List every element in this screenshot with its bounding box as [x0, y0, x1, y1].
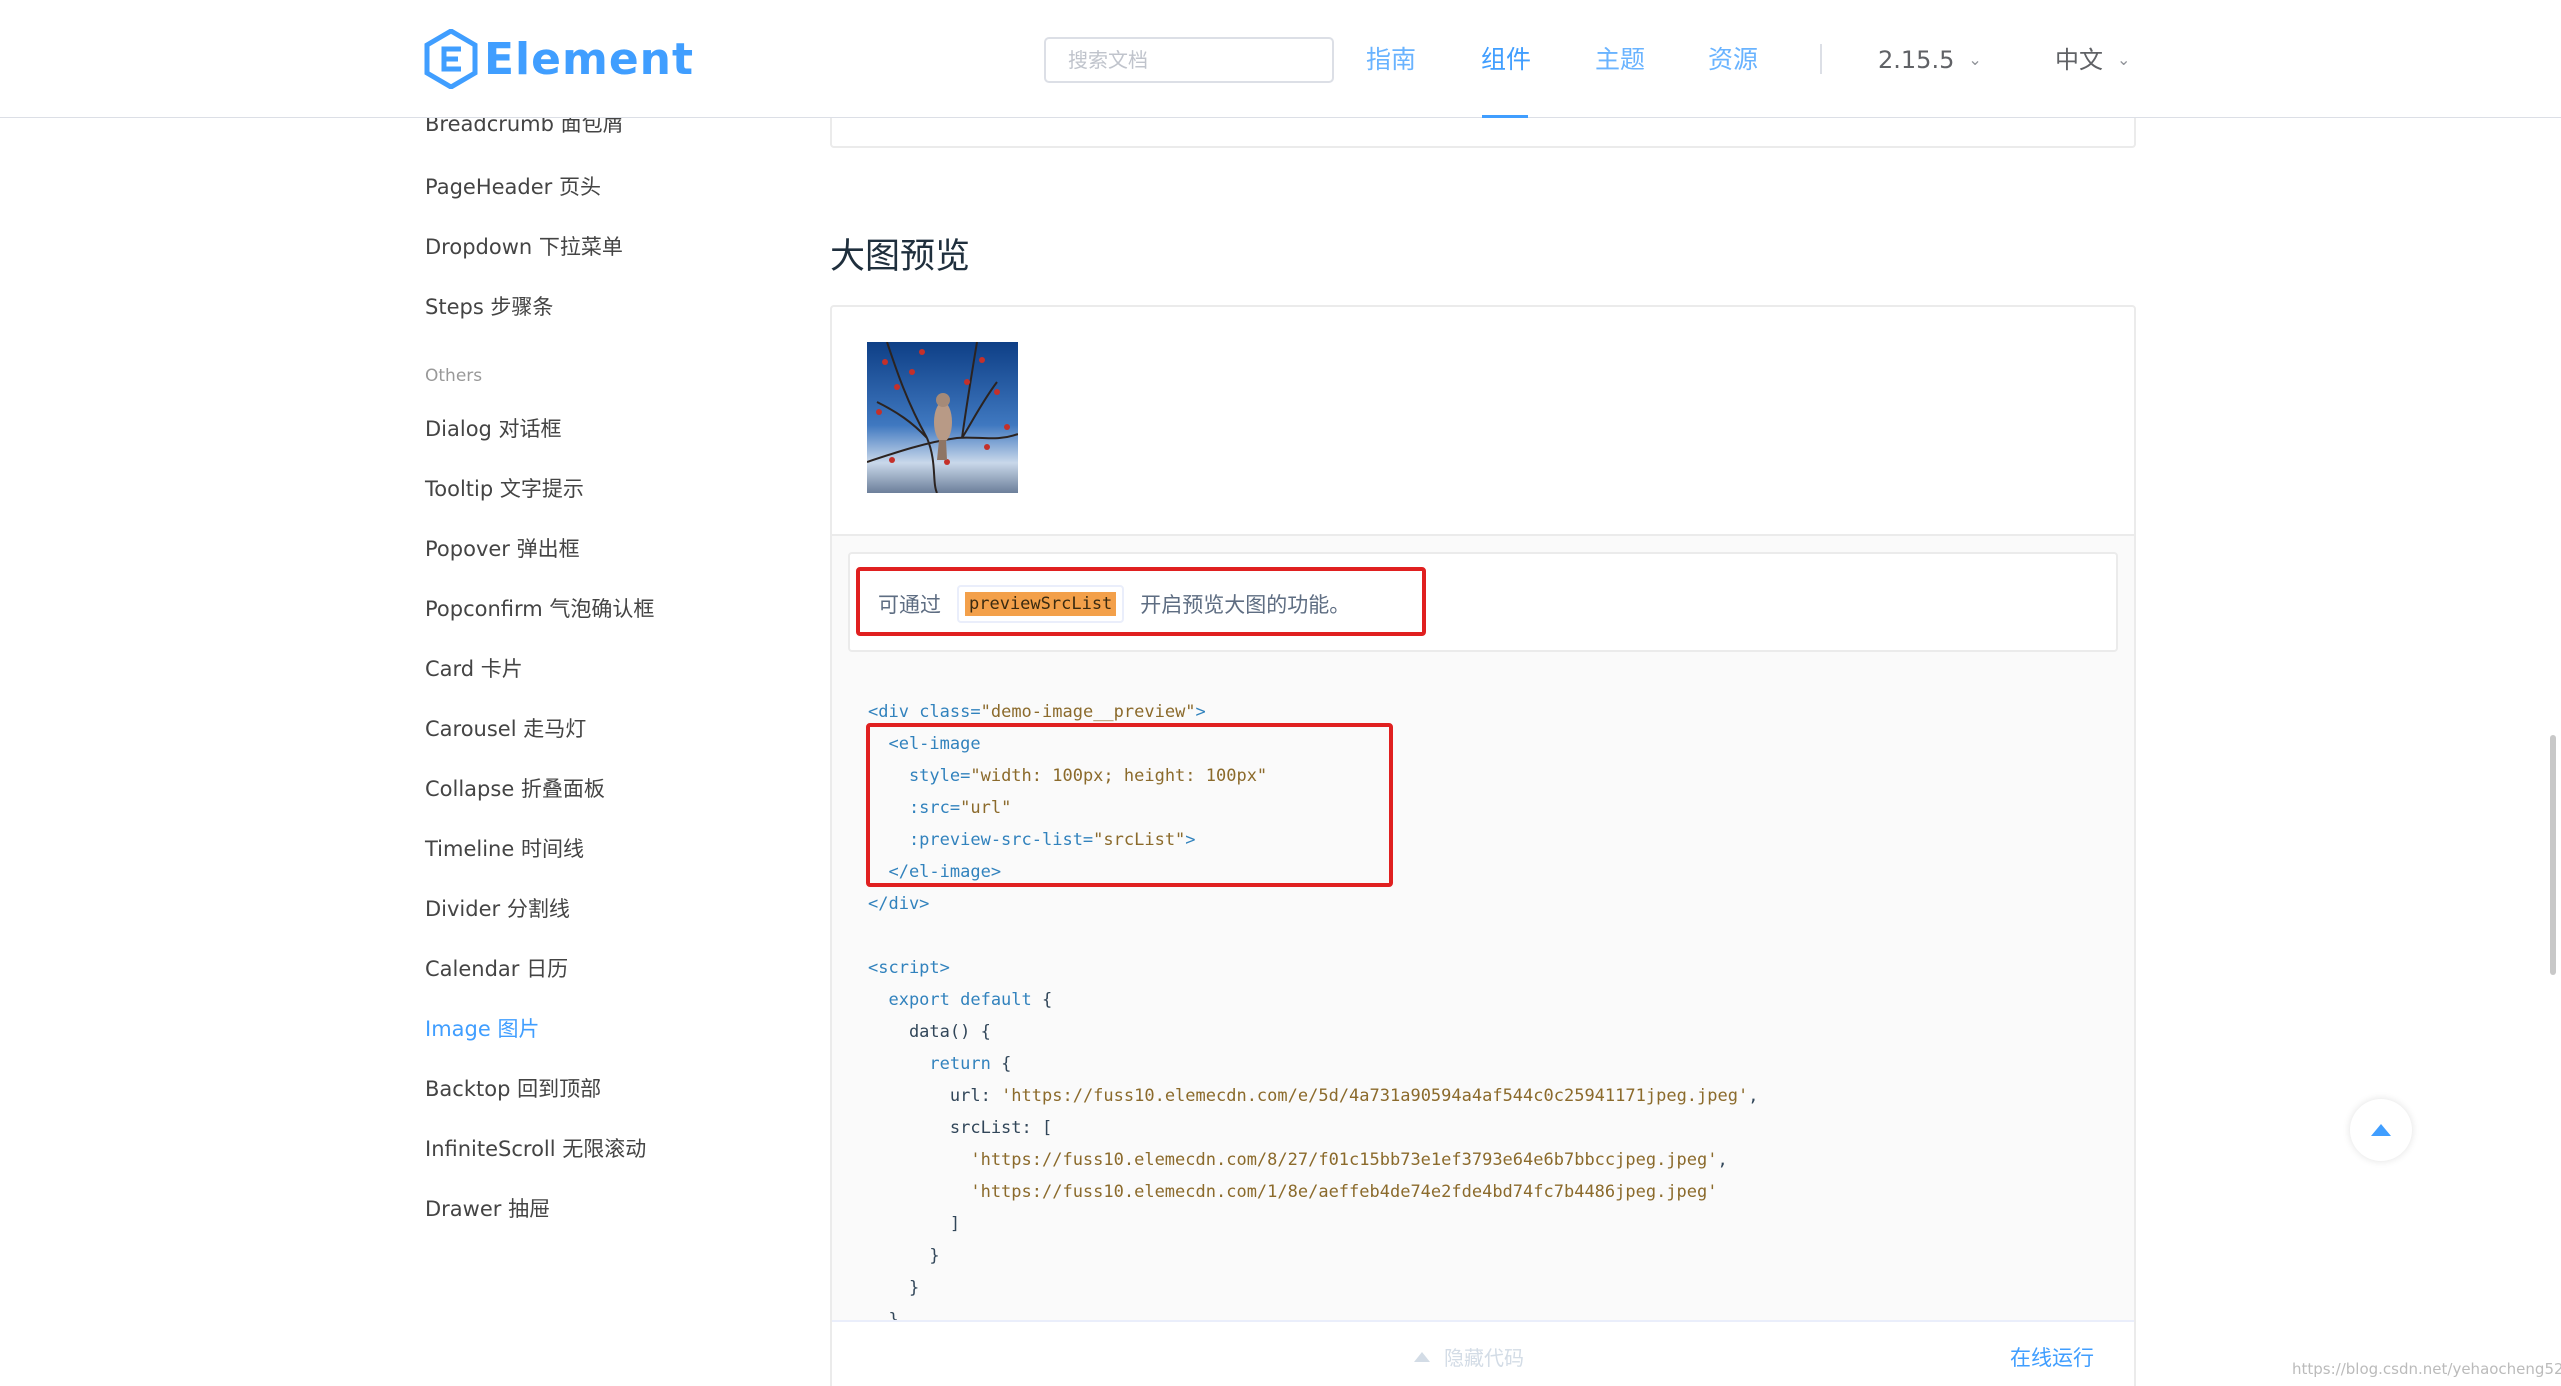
sidebar-group-others: Others	[425, 366, 483, 386]
nav-theme[interactable]: 主题	[1595, 38, 1645, 82]
sidebar-item-pageheader[interactable]: PageHeader 页头	[425, 171, 601, 201]
sidebar-item-popover[interactable]: Popover 弹出框	[425, 533, 580, 563]
section-title: 大图预览	[830, 237, 971, 277]
sidebar-item-divider[interactable]: Divider 分割线	[425, 893, 570, 923]
code-line-18: }	[868, 1246, 940, 1266]
nav-active-indicator	[1482, 115, 1528, 118]
sidebar-item-backtop[interactable]: Backtop 回到顶部	[425, 1073, 601, 1103]
chevron-down-icon: ⌄	[1968, 50, 1982, 69]
element-logo[interactable]: Element	[424, 28, 694, 90]
page-scrollbar[interactable]	[2550, 735, 2556, 975]
language-dropdown[interactable]: 中文 ⌄	[2055, 38, 2130, 82]
sidebar-item-dropdown[interactable]: Dropdown 下拉菜单	[425, 231, 623, 261]
code-line-20: }	[868, 1310, 899, 1320]
code-line-1: <div class="demo-image__preview">	[868, 702, 1206, 722]
sidebar-item-calendar[interactable]: Calendar 日历	[425, 953, 568, 983]
search-input[interactable]: 搜索文档	[1044, 37, 1334, 83]
code-line-12: return {	[868, 1054, 1012, 1074]
previous-demo-block	[830, 118, 2136, 148]
hide-code-button[interactable]: 隐藏代码	[1414, 1342, 1524, 1371]
version-dropdown[interactable]: 2.15.5 ⌄	[1878, 38, 1982, 82]
sidebar-item-dialog[interactable]: Dialog 对话框	[425, 413, 562, 443]
highlight-box-description	[856, 567, 1426, 636]
nav-component[interactable]: 组件	[1481, 38, 1531, 82]
code-line-9: <script>	[868, 958, 950, 978]
caret-up-icon	[1414, 1351, 1430, 1362]
code-line-14: srcList: [	[868, 1118, 1053, 1138]
backtop-button[interactable]	[2350, 1099, 2412, 1161]
code-line-11: data() {	[868, 1022, 991, 1042]
preview-image[interactable]	[867, 342, 1018, 493]
highlight-box-code	[866, 723, 1393, 887]
online-run-button[interactable]: 在线运行	[2010, 1342, 2094, 1372]
sidebar-item-infinitescroll[interactable]: InfiniteScroll 无限滚动	[425, 1133, 646, 1163]
bird-image	[867, 342, 1018, 493]
nav-resource[interactable]: 资源	[1708, 38, 1758, 82]
sidebar-item-steps[interactable]: Steps 步骤条	[425, 291, 553, 321]
sidebar-item-collapse[interactable]: Collapse 折叠面板	[425, 773, 605, 803]
demo-source-area	[832, 536, 2134, 1326]
nav-guide[interactable]: 指南	[1366, 38, 1416, 82]
sidebar-item-tooltip[interactable]: Tooltip 文字提示	[425, 473, 584, 503]
code-line-13: url: 'https://fuss10.elemecdn.com/e/5d/4…	[868, 1086, 1759, 1106]
sidebar-item-popconfirm[interactable]: Popconfirm 气泡确认框	[425, 593, 654, 623]
watermark: https://blog.csdn.net/yehaocheng520	[2292, 1360, 2561, 1378]
sidebar-item-card[interactable]: Card 卡片	[425, 653, 523, 683]
code-line-15: 'https://fuss10.elemecdn.com/8/27/f01c15…	[868, 1150, 1728, 1170]
chevron-down-icon: ⌄	[2117, 50, 2131, 69]
caret-up-icon	[2371, 1124, 2391, 1136]
element-logo-icon	[424, 29, 478, 89]
sidebar-item-image[interactable]: Image 图片	[425, 1013, 539, 1043]
version-label: 2.15.5	[1878, 46, 1955, 74]
language-label: 中文	[2055, 46, 2103, 74]
code-line-10: export default {	[868, 990, 1053, 1010]
logo-text: Element	[484, 33, 695, 85]
sidebar-item-drawer[interactable]: Drawer 抽屉	[425, 1193, 550, 1223]
nav-divider	[1820, 44, 1822, 74]
code-line-16: 'https://fuss10.elemecdn.com/1/8e/aeffeb…	[868, 1182, 1718, 1202]
code-line-7: </div>	[868, 894, 930, 914]
demo-divider	[832, 534, 2134, 536]
code-line-19: }	[868, 1278, 920, 1298]
code-line-17: ]	[868, 1214, 961, 1234]
hide-code-label: 隐藏代码	[1444, 1346, 1524, 1370]
sidebar-item-timeline[interactable]: Timeline 时间线	[425, 833, 584, 863]
sidebar-item-carousel[interactable]: Carousel 走马灯	[425, 713, 586, 743]
